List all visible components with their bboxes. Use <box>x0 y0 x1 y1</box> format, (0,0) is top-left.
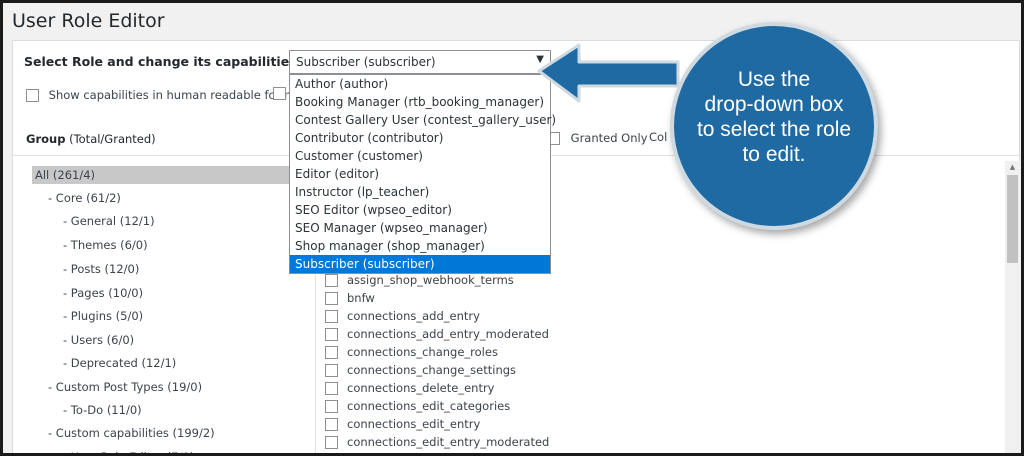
role-select-value: Subscriber (subscriber) <box>296 55 436 69</box>
role-select[interactable]: Subscriber (subscriber) ▼ <box>289 50 551 74</box>
capability-checkbox[interactable] <box>325 382 338 395</box>
group-item-deprecated[interactable]: - Deprecated (12/1) <box>63 354 176 372</box>
human-readable-option: Show capabilities in human readable form <box>26 88 291 102</box>
role-option-editor[interactable]: Editor (editor) <box>290 165 550 183</box>
group-header: Group (Total/Granted) <box>26 132 156 146</box>
capability-checkbox[interactable] <box>325 418 338 431</box>
capability-checkbox[interactable] <box>325 364 338 377</box>
role-option-author[interactable]: Author (author) <box>290 75 550 93</box>
group-item-user-role-editor[interactable]: - User Role Editor (7/0) <box>63 448 194 453</box>
role-option-booking-manager[interactable]: Booking Manager (rtb_booking_manager) <box>290 93 550 111</box>
capability-label: connections_edit_categories <box>347 399 511 413</box>
group-item-core[interactable]: - Core (61/2) <box>48 189 121 207</box>
capability-checkbox[interactable] <box>325 310 338 323</box>
group-item-themes[interactable]: - Themes (6/0) <box>63 236 148 254</box>
human-readable-checkbox[interactable] <box>26 89 39 102</box>
role-option-instructor[interactable]: Instructor (lp_teacher) <box>290 183 550 201</box>
group-item-todo[interactable]: - To-Do (11/0) <box>63 401 142 419</box>
capability-label: assign_shop_webhook_terms <box>347 273 514 287</box>
callout-line-3: to select the role <box>696 118 852 141</box>
capability-checkbox[interactable] <box>325 328 338 341</box>
capability-label: connections_add_entry <box>347 309 480 323</box>
capability-checkbox[interactable] <box>325 274 338 287</box>
group-header-subtitle: (Total/Granted) <box>65 132 156 146</box>
instruction-callout: Use the drop-down box to select the role… <box>670 22 878 230</box>
role-option-shop-manager[interactable]: Shop manager (shop_manager) <box>290 237 550 255</box>
capability-row: connections_add_entry <box>325 307 480 325</box>
secondary-option-checkbox[interactable] <box>273 87 286 100</box>
group-item-custom-post-types[interactable]: - Custom Post Types (19/0) <box>48 378 202 396</box>
page-title: User Role Editor <box>12 10 165 32</box>
pointer-arrow-icon <box>537 43 680 103</box>
capability-label: connections_edit_entry <box>347 417 481 431</box>
capability-row: connections_change_roles <box>325 343 498 361</box>
capability-row: connections_edit_entry <box>325 415 480 433</box>
group-item-posts[interactable]: - Posts (12/0) <box>63 260 139 278</box>
group-item-users[interactable]: - Users (6/0) <box>63 331 134 349</box>
capability-checkbox[interactable] <box>325 436 338 449</box>
group-item-general[interactable]: - General (12/1) <box>63 212 155 230</box>
capability-row: connections_edit_categories <box>325 397 510 415</box>
scrollbar-thumb[interactable] <box>1007 175 1018 263</box>
capability-row: connections_edit_entry_moderated <box>325 433 549 451</box>
capability-checkbox[interactable] <box>325 400 338 413</box>
capability-label: bnfw <box>347 291 375 305</box>
capability-row: connections_change_settings <box>325 361 516 379</box>
select-role-label: Select Role and change its capabilities: <box>24 54 302 69</box>
capability-label: connections_edit_entry_moderated <box>347 435 550 449</box>
callout-line-1: Use the <box>737 68 811 91</box>
capability-checkbox[interactable] <box>325 346 338 359</box>
scroll-up-icon[interactable]: ▲ <box>1005 161 1020 173</box>
role-option-seo-manager[interactable]: SEO Manager (wpseo_manager) <box>290 219 550 237</box>
columns-label: Col <box>649 130 668 144</box>
callout-line-4: to edit. <box>742 143 806 166</box>
capability-row: connections_delete_entry <box>325 379 495 397</box>
callout-line-2: drop-down box <box>704 93 844 116</box>
group-header-title: Group <box>26 132 66 146</box>
group-item-all[interactable]: All (261/4) <box>32 166 290 184</box>
role-option-customer[interactable]: Customer (customer) <box>290 147 550 165</box>
role-option-seo-editor[interactable]: SEO Editor (wpseo_editor) <box>290 201 550 219</box>
group-item-custom-capabilities[interactable]: - Custom capabilities (199/2) <box>48 424 215 442</box>
role-option-contest-gallery-user[interactable]: Contest Gallery User (contest_gallery_us… <box>290 111 556 129</box>
role-options-list: Author (author) Booking Manager (rtb_boo… <box>289 74 556 274</box>
granted-only-label: Granted Only <box>570 131 648 145</box>
capability-row: bnfw <box>325 289 375 307</box>
screenshot-frame: User Role Editor Select Role and change … <box>0 0 1024 456</box>
role-option-subscriber[interactable]: Subscriber (subscriber) <box>290 255 550 273</box>
capability-label: connections_change_settings <box>347 363 517 377</box>
capability-label: connections_change_roles <box>347 345 498 359</box>
capability-row: connections_add_entry_moderated <box>325 325 549 343</box>
capability-checkbox[interactable] <box>325 292 338 305</box>
group-item-pages[interactable]: - Pages (10/0) <box>63 284 143 302</box>
role-option-contributor[interactable]: Contributor (contributor) <box>290 129 550 147</box>
group-item-plugins[interactable]: - Plugins (5/0) <box>63 307 143 325</box>
capability-label: connections_delete_entry <box>347 381 495 395</box>
human-readable-label: Show capabilities in human readable form <box>48 88 292 102</box>
capability-label: connections_add_entry_moderated <box>347 327 549 341</box>
capabilities-scrollbar[interactable]: ▲ <box>1005 161 1020 453</box>
granted-only-option: Granted Only <box>547 131 648 145</box>
